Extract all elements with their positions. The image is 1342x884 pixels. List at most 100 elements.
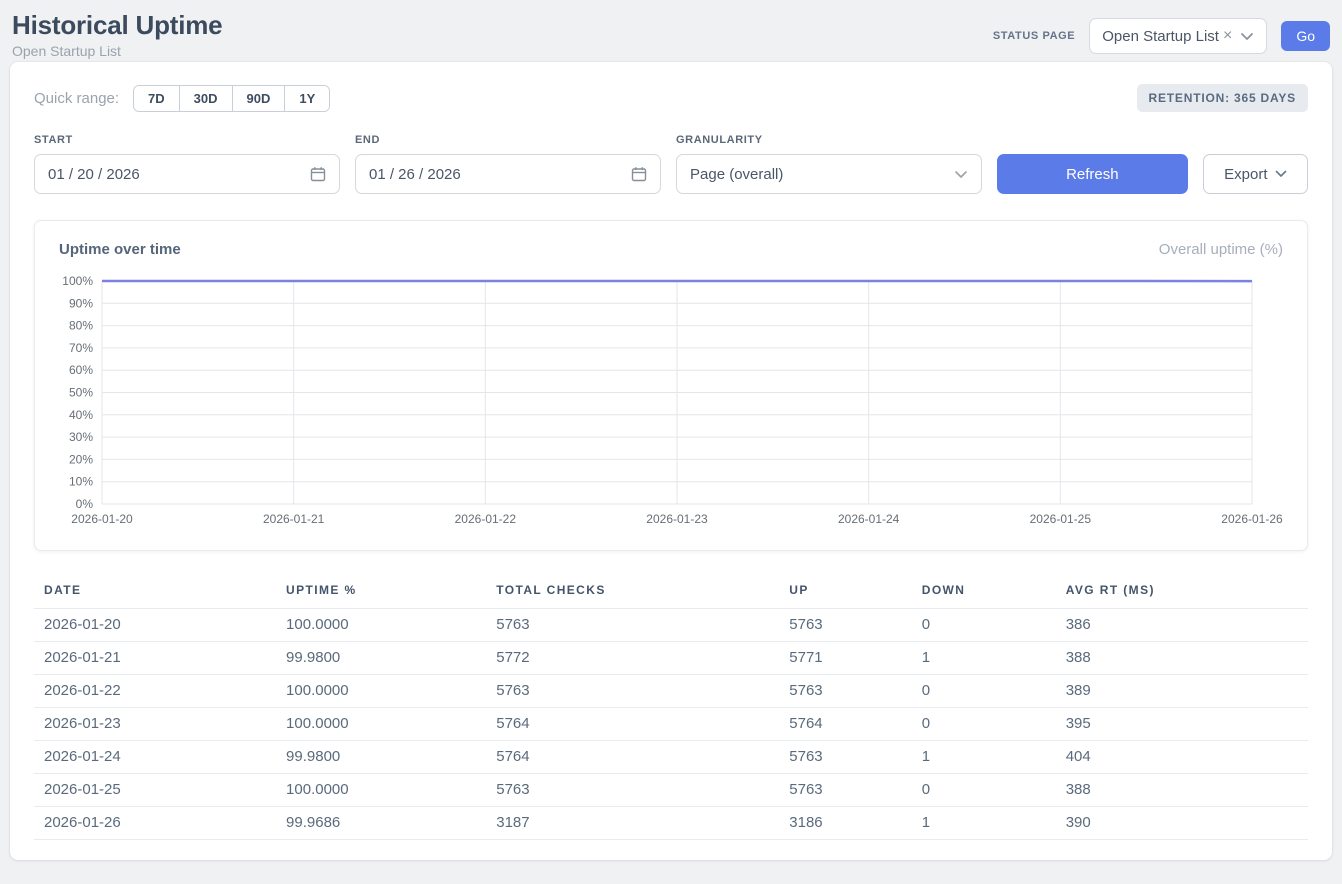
chart-header: Uptime over time Overall uptime (%)	[35, 241, 1307, 272]
table-cell: 99.9686	[276, 807, 486, 840]
go-button[interactable]: Go	[1281, 21, 1330, 51]
x-axis-tick-label: 2026-01-20	[71, 512, 133, 526]
table-cell: 5763	[779, 774, 911, 807]
table-cell: 389	[1056, 675, 1308, 708]
page-title: Historical Uptime	[12, 10, 222, 41]
table-cell: 1	[912, 642, 1056, 675]
table-cell: 0	[912, 675, 1056, 708]
table-cell: 395	[1056, 708, 1308, 741]
table-cell: 404	[1056, 741, 1308, 774]
table-cell: 5764	[779, 708, 911, 741]
column-header-down: DOWN	[912, 575, 1056, 609]
page-subtitle: Open Startup List	[12, 43, 222, 59]
chart-card: Uptime over time Overall uptime (%) 0% 10…	[34, 220, 1308, 551]
table-cell: 0	[912, 774, 1056, 807]
chevron-down-icon	[1275, 170, 1287, 178]
table-cell: 2026-01-20	[34, 609, 276, 642]
page-header: Historical Uptime Open Startup List STAT…	[0, 0, 1342, 62]
table-cell: 5772	[486, 642, 779, 675]
table-cell: 100.0000	[276, 675, 486, 708]
start-date-input[interactable]: 01 / 20 / 2026	[34, 154, 340, 194]
quick-range-label: Quick range:	[34, 90, 119, 107]
end-label: END	[355, 134, 661, 146]
status-page-select[interactable]: Open Startup List ×	[1089, 18, 1267, 54]
table-row: 2026-01-2499.9800576457631404	[34, 741, 1308, 774]
column-header-avgrt: AVG RT (MS)	[1056, 575, 1308, 609]
table-cell: 1	[912, 807, 1056, 840]
table-cell: 390	[1056, 807, 1308, 840]
table-cell: 3187	[486, 807, 779, 840]
start-date-value: 01 / 20 / 2026	[48, 166, 140, 183]
column-header-date: DATE	[34, 575, 276, 609]
y-axis-tick-label: 30%	[69, 430, 93, 444]
granularity-select[interactable]: Page (overall)	[676, 154, 982, 194]
column-header-checks: TOTAL CHECKS	[486, 575, 779, 609]
calendar-icon[interactable]	[631, 166, 647, 182]
quick-range-1y[interactable]: 1Y	[285, 86, 329, 111]
retention-badge: RETENTION: 365 DAYS	[1137, 84, 1308, 112]
table-cell: 2026-01-26	[34, 807, 276, 840]
table-cell: 386	[1056, 609, 1308, 642]
table-cell: 388	[1056, 642, 1308, 675]
table-row: 2026-01-23100.0000576457640395	[34, 708, 1308, 741]
y-axis-tick-label: 70%	[69, 341, 93, 355]
y-axis-tick-label: 100%	[62, 274, 93, 288]
table-header-row: DATE UPTIME % TOTAL CHECKS UP DOWN AVG R…	[34, 575, 1308, 609]
calendar-icon[interactable]	[310, 166, 326, 182]
y-axis-tick-label: 60%	[69, 363, 93, 377]
y-axis-tick-label: 50%	[69, 386, 93, 400]
table-cell: 2026-01-24	[34, 741, 276, 774]
uptime-table-body: 2026-01-20100.00005763576303862026-01-21…	[34, 609, 1308, 840]
table-cell: 2026-01-22	[34, 675, 276, 708]
table-row: 2026-01-20100.0000576357630386	[34, 609, 1308, 642]
table-row: 2026-01-2699.9686318731861390	[34, 807, 1308, 840]
x-axis-tick-label: 2026-01-24	[838, 512, 900, 526]
y-axis-tick-label: 90%	[69, 296, 93, 310]
chevron-down-icon	[1240, 32, 1254, 41]
table-cell: 5763	[779, 609, 911, 642]
table-cell: 3186	[779, 807, 911, 840]
quick-range-group: 7D 30D 90D 1Y	[133, 85, 330, 112]
end-date-value: 01 / 26 / 2026	[369, 166, 461, 183]
table-row: 2026-01-25100.0000576357630388	[34, 774, 1308, 807]
x-axis-tick-label: 2026-01-23	[646, 512, 708, 526]
table-cell: 5764	[486, 708, 779, 741]
y-axis-tick-label: 20%	[69, 452, 93, 466]
table-cell: 100.0000	[276, 708, 486, 741]
y-axis-tick-label: 0%	[76, 497, 94, 511]
main-panel: Quick range: 7D 30D 90D 1Y RETENTION: 36…	[10, 62, 1332, 860]
quick-range-7d[interactable]: 7D	[134, 86, 180, 111]
status-page-label: STATUS PAGE	[993, 30, 1075, 42]
end-date-input[interactable]: 01 / 26 / 2026	[355, 154, 661, 194]
quick-range-90d[interactable]: 90D	[233, 86, 286, 111]
table-cell: 2026-01-23	[34, 708, 276, 741]
table-cell: 0	[912, 609, 1056, 642]
x-axis-tick-label: 2026-01-22	[455, 512, 517, 526]
granularity-label: GRANULARITY	[676, 134, 982, 146]
uptime-chart-svg: 0%10%20%30%40%50%60%70%80%90%100%2026-01…	[35, 272, 1307, 542]
table-cell: 2026-01-21	[34, 642, 276, 675]
table-cell: 388	[1056, 774, 1308, 807]
table-cell: 99.9800	[276, 642, 486, 675]
table-cell: 2026-01-25	[34, 774, 276, 807]
y-axis-tick-label: 80%	[69, 319, 93, 333]
granularity-value: Page (overall)	[690, 166, 783, 183]
x-axis-tick-label: 2026-01-21	[263, 512, 325, 526]
x-axis-tick-label: 2026-01-25	[1030, 512, 1092, 526]
table-row: 2026-01-2199.9800577257711388	[34, 642, 1308, 675]
quick-range-30d[interactable]: 30D	[180, 86, 233, 111]
table-cell: 1	[912, 741, 1056, 774]
uptime-table-head: DATE UPTIME % TOTAL CHECKS UP DOWN AVG R…	[34, 575, 1308, 609]
export-button[interactable]: Export	[1203, 154, 1308, 194]
table-row: 2026-01-22100.0000576357630389	[34, 675, 1308, 708]
refresh-button[interactable]: Refresh	[997, 154, 1188, 194]
table-cell: 0	[912, 708, 1056, 741]
table-cell: 100.0000	[276, 774, 486, 807]
start-label: START	[34, 134, 340, 146]
x-axis-tick-label: 2026-01-26	[1221, 512, 1283, 526]
column-header-uptime: UPTIME %	[276, 575, 486, 609]
uptime-table: DATE UPTIME % TOTAL CHECKS UP DOWN AVG R…	[34, 575, 1308, 840]
clear-icon[interactable]: ×	[1223, 28, 1232, 44]
end-date-field: END 01 / 26 / 2026	[355, 134, 661, 194]
y-axis-tick-label: 40%	[69, 408, 93, 422]
